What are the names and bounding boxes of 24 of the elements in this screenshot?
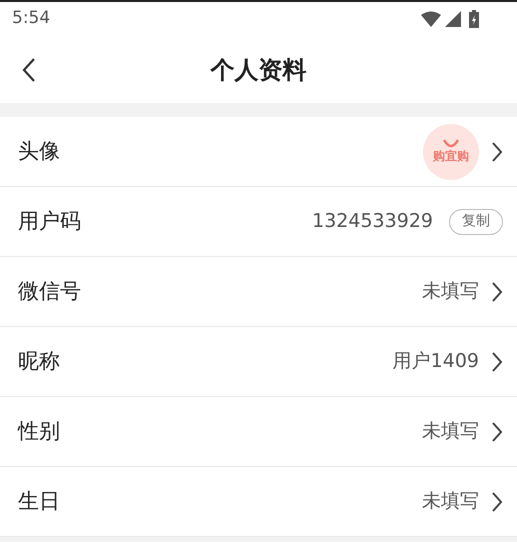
row-label: 用户码 bbox=[18, 208, 82, 235]
copy-button[interactable]: 复制 bbox=[449, 208, 503, 234]
chevron-right-icon bbox=[491, 140, 503, 162]
chevron-right-icon bbox=[491, 420, 503, 442]
row-label: 头像 bbox=[18, 138, 61, 165]
row-value: 未填写 bbox=[422, 279, 479, 304]
row-value: 未填写 bbox=[422, 419, 479, 444]
chevron-right-icon bbox=[491, 350, 503, 372]
battery-icon bbox=[469, 10, 479, 28]
row-value: 用户1409 bbox=[392, 349, 479, 374]
smile-icon bbox=[442, 139, 460, 149]
row-label: 生日 bbox=[18, 488, 61, 515]
logo-text: 购宜购 bbox=[433, 149, 469, 164]
signal-icon bbox=[445, 11, 461, 27]
row-value: 未填写 bbox=[422, 489, 479, 514]
row-label: 性别 bbox=[18, 418, 61, 445]
wifi-icon bbox=[421, 11, 441, 27]
chevron-right-icon bbox=[491, 280, 503, 302]
row-value: 1324533929 bbox=[312, 209, 433, 234]
row-label: 微信号 bbox=[18, 278, 82, 305]
row-label: 昵称 bbox=[18, 348, 61, 375]
page-title: 个人资料 bbox=[210, 54, 306, 86]
status-time: 5:54 bbox=[12, 7, 52, 30]
chevron-right-icon bbox=[491, 490, 503, 512]
